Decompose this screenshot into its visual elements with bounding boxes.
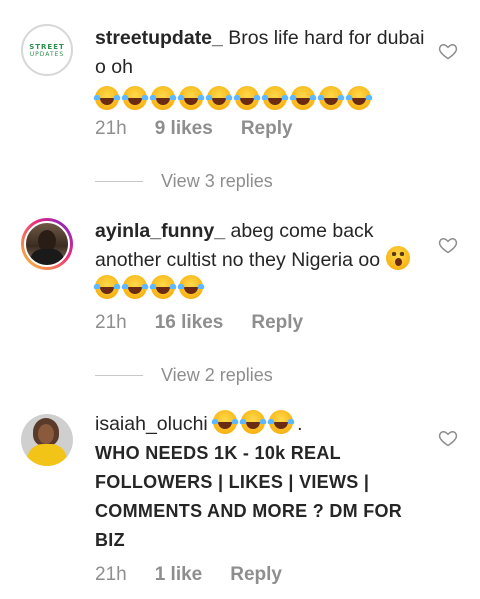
divider-line xyxy=(95,374,143,376)
comment-meta: 21h 9 likes Reply xyxy=(95,118,293,140)
comment-body: streetupdate_ Bros life hard for dubai o… xyxy=(93,24,425,115)
comment-text: . xyxy=(297,413,303,435)
laughing-emoji-icon xyxy=(239,410,268,434)
comment-time: 21h xyxy=(95,118,127,139)
laughing-emoji-icon xyxy=(267,410,296,434)
avatar[interactable]: STREET UPDATES xyxy=(21,24,73,76)
promo-text: WHO NEEDS 1K - 10k REAL FOLLOWERS | LIKE… xyxy=(95,443,403,550)
laughing-emoji-icon xyxy=(289,86,317,110)
comment-username[interactable]: isaiah_oluchi xyxy=(95,413,208,435)
laughing-emoji-icon xyxy=(121,275,149,299)
comment-body: ayinla_funny_ abeg come back another cul… xyxy=(93,217,425,304)
view-replies-button[interactable]: View 3 replies xyxy=(95,171,273,191)
view-replies-label: View 3 replies xyxy=(161,170,273,191)
avatar-face xyxy=(38,424,54,444)
likes-count[interactable]: 9 likes xyxy=(155,118,213,140)
comment-meta: 21h 1 like Reply xyxy=(95,564,282,586)
laughing-emoji-icon xyxy=(149,275,177,299)
comment-time: 21h xyxy=(95,564,127,585)
reply-button[interactable]: Reply xyxy=(230,564,282,586)
laughing-emoji-icon xyxy=(261,86,289,110)
comment-username[interactable]: streetupdate_ xyxy=(95,27,223,49)
surprised-emoji-icon xyxy=(385,246,410,270)
likes-count[interactable]: 1 like xyxy=(155,564,203,586)
comment-time: 21h xyxy=(95,312,127,333)
laughing-emoji-icon xyxy=(317,86,345,110)
comment-body: isaiah_oluchi . WHO NEEDS 1K - 10k REAL … xyxy=(95,410,425,555)
laughing-emoji-icon xyxy=(345,86,373,110)
heart-icon[interactable] xyxy=(438,428,458,448)
laughing-emoji-icon xyxy=(177,275,205,299)
laughing-emoji-icon xyxy=(93,275,121,299)
laughing-emoji-icon xyxy=(177,86,205,110)
comment-meta: 21h 16 likes Reply xyxy=(95,312,303,334)
view-replies-button[interactable]: View 2 replies xyxy=(95,365,273,385)
laughing-emoji-icon xyxy=(121,86,149,110)
reply-button[interactable]: Reply xyxy=(241,118,293,140)
avatar-body xyxy=(30,249,64,265)
view-replies-label: View 2 replies xyxy=(161,364,273,385)
emoji-row xyxy=(93,86,425,115)
comment-username[interactable]: ayinla_funny_ xyxy=(95,220,225,242)
avatar-photo xyxy=(24,221,70,267)
likes-count[interactable]: 16 likes xyxy=(155,312,224,334)
laughing-emoji-icon xyxy=(149,86,177,110)
laughing-emoji-icon xyxy=(205,86,233,110)
laughing-emoji-icon xyxy=(211,410,240,434)
avatar-logo-text: STREET xyxy=(29,42,65,51)
laughing-emoji-icon xyxy=(233,86,261,110)
heart-icon[interactable] xyxy=(438,41,458,61)
avatar-logo-text: UPDATES xyxy=(29,50,65,58)
avatar-body xyxy=(27,444,67,466)
reply-button[interactable]: Reply xyxy=(251,312,303,334)
heart-icon[interactable] xyxy=(438,235,458,255)
avatar[interactable] xyxy=(21,218,73,270)
laughing-emoji-icon xyxy=(93,86,121,110)
divider-line xyxy=(95,180,143,182)
avatar[interactable] xyxy=(21,414,73,466)
